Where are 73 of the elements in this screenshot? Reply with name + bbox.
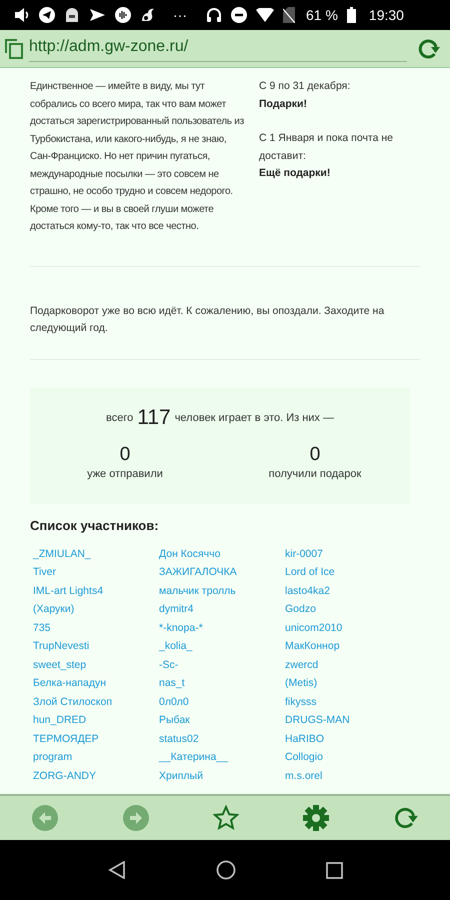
headphones-icon <box>206 7 222 23</box>
counter-value: 0 <box>120 444 130 466</box>
participant-link[interactable]: МакКоннор <box>285 637 340 656</box>
participant-link[interactable]: _ZMIULAN_ <box>33 544 91 563</box>
participant-link[interactable]: Белка-нападун <box>33 674 106 692</box>
participant-link[interactable]: unicom2010 <box>285 618 342 637</box>
participant-link[interactable]: ТЕРМОЯДЕР <box>33 730 99 748</box>
counter-label: уже отправили <box>87 466 163 482</box>
participant-link[interactable]: fikysss <box>285 692 316 711</box>
clock: 19:30 <box>368 6 404 24</box>
participant-link[interactable]: (Metis) <box>285 674 318 692</box>
intro-paragraph: Единственное — имейте в виду, мы тут собрались со всего мира, так что вам может достаться зарегистрированный пользователь из Турбокистана, или какого-нибудь, я не знаю, Сан-Франциско. Но нет причин пугаться, международные посылки — это совсем не страшно, не особо трудно и совсем недорого. Кроме того — и вы в своей глуши можете достаться кому-то, так что все честно. <box>30 80 244 234</box>
counter-label: получили подарок <box>268 466 362 482</box>
participant-link[interactable]: Дон Косяччо <box>159 544 220 563</box>
participant-link[interactable]: zwercd <box>285 656 318 674</box>
participant-link[interactable]: dymitr4 <box>159 600 194 618</box>
schedule-event: Ещё подарки! <box>259 166 332 181</box>
participant-link[interactable]: 0л0л0 <box>159 692 189 711</box>
participant-link[interactable]: ZORG-ANDY <box>33 766 96 785</box>
recents-nav-icon[interactable] <box>326 862 342 878</box>
participant-link[interactable]: (Харуки) <box>33 600 74 618</box>
participant-link[interactable]: sweet_step <box>33 656 86 674</box>
counter-value: 0 <box>310 444 320 466</box>
participant-link[interactable]: nas_t <box>159 674 185 692</box>
back-nav-icon[interactable] <box>108 861 126 879</box>
participant-link[interactable]: status02 <box>159 730 199 748</box>
overflow-dots: ··· <box>173 6 187 24</box>
participant-link[interactable]: Рыбак <box>159 711 190 730</box>
wifi-icon <box>256 8 274 22</box>
battery-percent: 61 % <box>306 6 338 24</box>
speaker-icon <box>14 7 30 23</box>
reload-icon[interactable] <box>392 805 419 831</box>
participant-link[interactable]: 735 <box>33 618 51 637</box>
participant-link[interactable]: HaRIBO <box>285 730 324 748</box>
paper-plane-circle-icon <box>39 7 55 23</box>
battery-icon <box>346 7 356 23</box>
stats-text: человек играет в это. Из них — <box>174 411 334 426</box>
participant-link[interactable]: program <box>33 748 72 766</box>
participant-link[interactable]: kir-0007 <box>285 544 323 563</box>
participant-link[interactable]: TrupNevesti <box>33 637 90 656</box>
schedule-event: Подарки! <box>259 96 308 112</box>
stats-text: всего <box>106 411 134 426</box>
participant-link[interactable]: lasto4ka2 <box>285 582 330 600</box>
settings-icon[interactable] <box>302 804 330 832</box>
star-icon[interactable] <box>212 805 239 831</box>
participant-link[interactable]: IML-art Lights4 <box>33 582 104 600</box>
participant-link[interactable]: _kolia_ <box>159 637 192 656</box>
reload-icon[interactable] <box>417 36 441 60</box>
home-nav-icon[interactable] <box>216 860 236 880</box>
participant-link[interactable]: *-knopa-* <box>159 618 203 637</box>
participant-link[interactable]: Tiver <box>33 563 56 582</box>
participant-link[interactable]: Godzo <box>285 600 316 618</box>
participant-link[interactable]: ЗАЖИГАЛОЧКА <box>159 563 237 582</box>
participant-link[interactable]: Collogio <box>285 748 323 766</box>
schedule-dates: С 9 по 31 декабря: <box>259 79 352 94</box>
no-sim-icon <box>283 7 295 23</box>
tabs-icon[interactable] <box>5 38 23 58</box>
send-icon <box>89 8 106 22</box>
audio-wave-icon <box>115 7 131 23</box>
do-not-disturb-icon <box>231 7 247 23</box>
participant-link[interactable]: Злой Стилоскоп <box>33 692 112 711</box>
participant-link[interactable]: hun_DRED <box>33 711 86 730</box>
participant-link[interactable]: __Катерина__ <box>159 748 228 766</box>
participants-heading: Список участников: <box>30 517 160 535</box>
participant-link[interactable]: m.s.orel <box>285 766 322 785</box>
participant-link[interactable]: мальчик тролль <box>159 582 236 600</box>
schedule-dates: С 1 Января и пока почта не доставит: <box>259 131 394 164</box>
participant-link[interactable]: DRUGS-MAN <box>285 711 350 730</box>
notice-paragraph: Подарковорот уже во всю идёт. К сожалению, вы опоздали. Заходите на следующий год. <box>30 304 386 336</box>
participant-link[interactable]: -Sc- <box>159 656 178 674</box>
total-count: 117 <box>137 406 171 430</box>
participant-link[interactable]: Lord of Ice <box>285 563 335 582</box>
participant-link[interactable]: Хриплый <box>159 766 203 785</box>
